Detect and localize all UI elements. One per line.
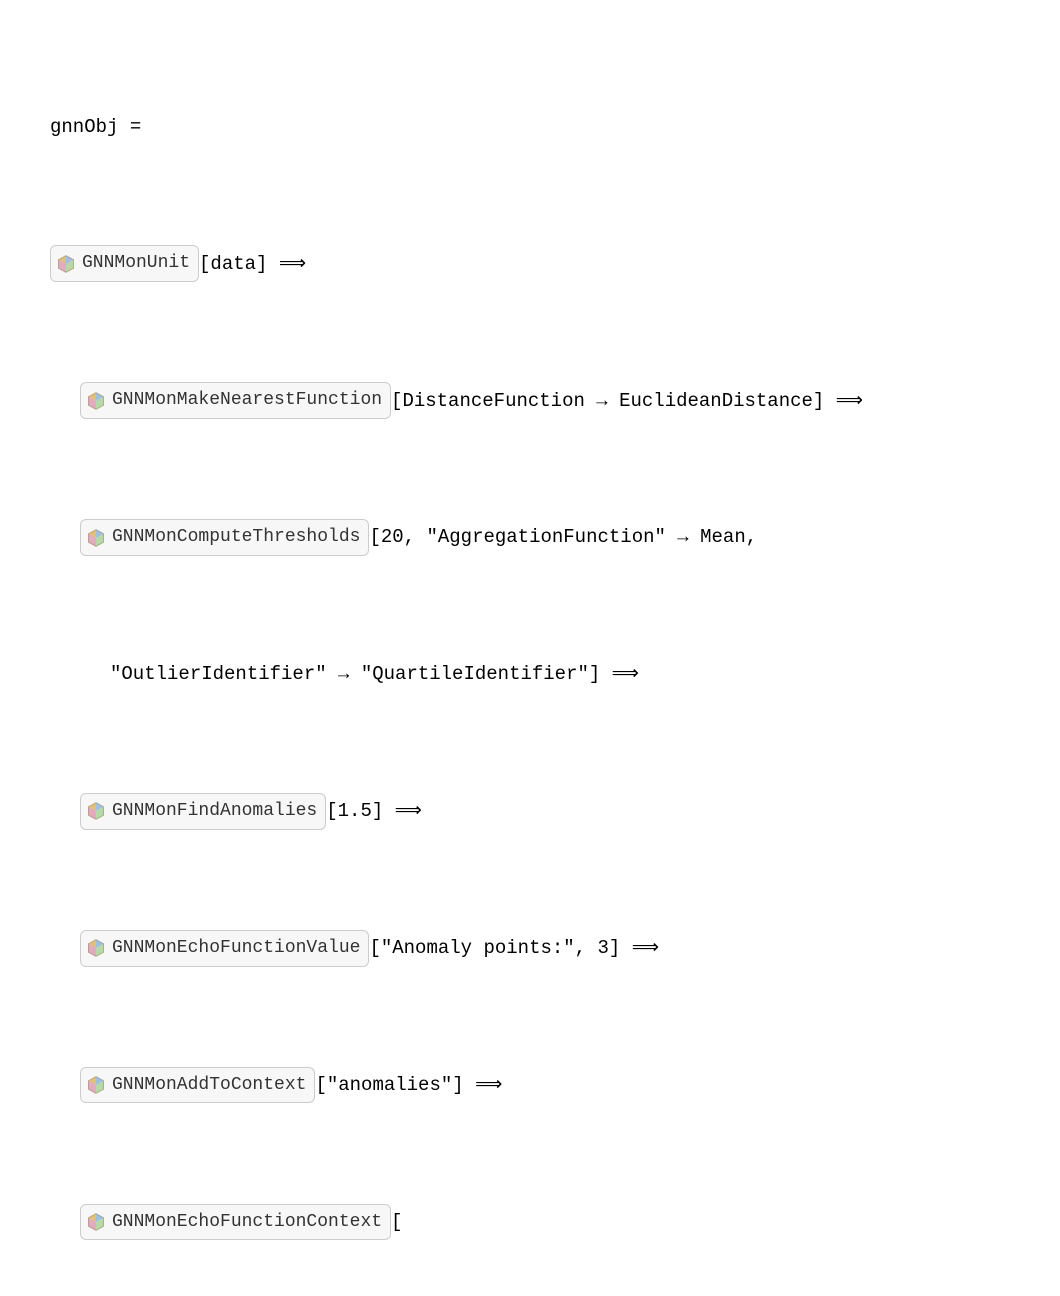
- cube-icon: [55, 253, 77, 275]
- code-text: ["Anomaly points:", 3] ⟹: [369, 932, 658, 964]
- line-2: GNNMonUnit [data] ⟹: [30, 244, 1030, 284]
- code-text: [: [391, 1206, 402, 1238]
- func-echo-value: GNNMonEchoFunctionValue: [80, 930, 369, 967]
- cube-icon: [85, 527, 107, 549]
- code-text: ["anomalies"] ⟹: [315, 1069, 502, 1101]
- cube-icon: [85, 937, 107, 959]
- code-text: [data] ⟹: [199, 248, 306, 280]
- func-name: GNNMonMakeNearestFunction: [112, 385, 382, 416]
- line-3: GNNMonMakeNearestFunction [DistanceFunct…: [30, 381, 1030, 421]
- func-name: GNNMonEchoFunctionValue: [112, 933, 360, 964]
- line-6: GNNMonFindAnomalies [1.5] ⟹: [30, 791, 1030, 831]
- func-name: GNNMonAddToContext: [112, 1070, 306, 1101]
- line-7: GNNMonEchoFunctionValue ["Anomaly points…: [30, 928, 1030, 968]
- cube-icon: [85, 800, 107, 822]
- code-text: [1.5] ⟹: [326, 795, 422, 827]
- func-echo-context: GNNMonEchoFunctionContext: [80, 1204, 391, 1241]
- assignment: gnnObj =: [50, 111, 141, 143]
- func-name: GNNMonFindAnomalies: [112, 796, 317, 827]
- func-find-anomalies: GNNMonFindAnomalies: [80, 793, 326, 830]
- cube-icon: [85, 390, 107, 412]
- func-compute-thresholds: GNNMonComputeThresholds: [80, 519, 369, 556]
- code-text: [DistanceFunction → EuclideanDistance] ⟹: [391, 385, 863, 417]
- code-block: gnnObj = GNNMonUnit [data] ⟹ GNNMonMakeN…: [30, 10, 1030, 1296]
- line-1: gnnObj =: [30, 107, 1030, 147]
- line-4: GNNMonComputeThresholds [20, "Aggregatio…: [30, 518, 1030, 558]
- cube-icon: [85, 1074, 107, 1096]
- func-add-to-context: GNNMonAddToContext: [80, 1067, 315, 1104]
- func-name: GNNMonUnit: [82, 248, 190, 279]
- func-make-nearest: GNNMonMakeNearestFunction: [80, 382, 391, 419]
- func-name: GNNMonEchoFunctionContext: [112, 1207, 382, 1238]
- cube-icon: [85, 1211, 107, 1233]
- func-name: GNNMonComputeThresholds: [112, 522, 360, 553]
- line-9: GNNMonEchoFunctionContext [: [30, 1202, 1030, 1242]
- line-8: GNNMonAddToContext ["anomalies"] ⟹: [30, 1065, 1030, 1105]
- code-text: [20, "AggregationFunction" → Mean,: [369, 521, 757, 553]
- func-gnn-unit: GNNMonUnit: [50, 245, 199, 282]
- code-text: "OutlierIdentifier" → "QuartileIdentifie…: [110, 658, 639, 690]
- line-5: "OutlierIdentifier" → "QuartileIdentifie…: [30, 654, 1030, 694]
